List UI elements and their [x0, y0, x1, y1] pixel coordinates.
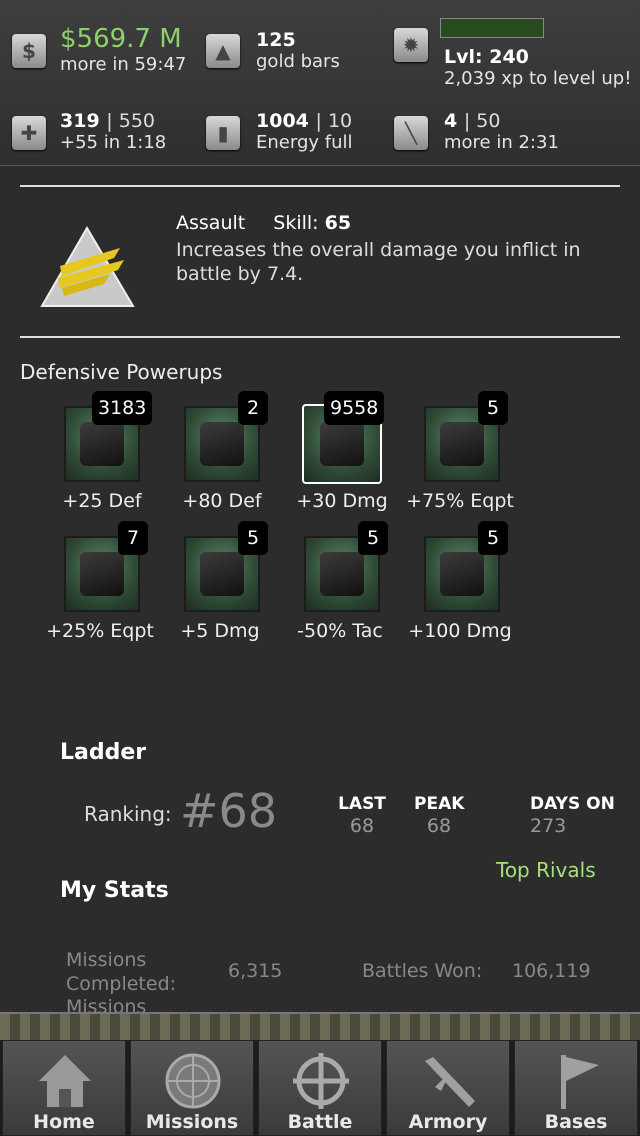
powerup-label: -50% Tac — [297, 620, 383, 642]
tab-bar-trim — [0, 1012, 640, 1042]
skill-description: Increases the overall damage you inflict… — [176, 238, 581, 286]
missions-label-line2: Completed: — [66, 973, 177, 995]
skill-desc-line2: battle by 7.4. — [176, 263, 304, 285]
powerups-heading: Defensive Powerups — [20, 360, 223, 384]
level-value: Lvl: 240 — [444, 46, 529, 68]
tab-bases[interactable]: Bases — [514, 1040, 638, 1136]
stamina-timer: more in 2:31 — [444, 132, 559, 153]
tab-label: Home — [33, 1111, 95, 1133]
powerup-count-badge: 5 — [238, 521, 268, 555]
tab-label: Armory — [408, 1111, 488, 1133]
tab-label: Battle — [287, 1111, 353, 1133]
powerup-count-badge: 5 — [358, 521, 388, 555]
stamina-icon: ╲ — [394, 116, 428, 150]
energy-status: Energy full — [256, 132, 353, 153]
tab-label: Missions — [145, 1111, 239, 1133]
tab-armory[interactable]: Armory — [386, 1040, 510, 1136]
top-rivals-link[interactable]: Top Rivals — [496, 858, 596, 882]
powerup-count-badge: 5 — [478, 391, 508, 425]
powerup-count-badge: 3183 — [92, 391, 153, 425]
skill-value: 65 — [324, 212, 352, 234]
my-stats-heading: My Stats — [60, 878, 169, 903]
days-on-value: 273 — [530, 815, 567, 837]
xp-text: 2,039 xp to level up! — [444, 68, 632, 89]
powerup-label: +25% Eqpt — [46, 620, 154, 642]
battles-won-label: Battles Won: — [362, 960, 483, 982]
energy-icon: ▮ — [206, 116, 240, 150]
energy-max: | 10 — [315, 110, 353, 132]
cash-icon: $ — [12, 34, 46, 68]
xp-progress-bar — [440, 18, 544, 38]
tab-battle[interactable]: Battle — [258, 1040, 382, 1136]
skill-header: Assault Skill: 65 — [176, 212, 351, 234]
cash-value: $569.7 M — [60, 24, 182, 54]
level-stat: Lvl: 240 2,039 xp to level up! — [444, 46, 631, 89]
gold-label: gold bars — [256, 51, 340, 72]
crosshair-icon — [293, 1053, 349, 1109]
gold-value: 125 — [256, 29, 296, 51]
powerup-label: +25 Def — [62, 490, 142, 512]
cash-stat: $569.7 M more in 59:47 — [60, 24, 186, 75]
skill-name: Assault — [176, 212, 246, 234]
skill-desc-line1: Increases the overall damage you inflict… — [176, 239, 581, 261]
ladder-heading: Ladder — [60, 740, 147, 765]
powerup-count-badge: 5 — [478, 521, 508, 555]
days-on-label: DAYS ON — [530, 794, 615, 814]
stamina-max: | 50 — [463, 110, 501, 132]
energy-stat: 1004 | 10 Energy full — [256, 110, 353, 153]
assault-skill-icon — [40, 226, 135, 307]
health-icon: ✚ — [12, 116, 46, 150]
gold-icon: ▲ — [206, 34, 240, 68]
last-value: 68 — [349, 815, 375, 837]
powerup-count-badge: 2 — [238, 391, 268, 425]
stamina-stat: 4 | 50 more in 2:31 — [444, 110, 559, 153]
stamina-current: 4 — [444, 110, 458, 132]
powerup-label: +75% Eqpt — [406, 490, 514, 512]
powerup-label: +5 Dmg — [180, 620, 260, 642]
ranking-label: Ranking: — [84, 802, 172, 826]
cash-timer: more in 59:47 — [60, 54, 187, 75]
radar-icon — [165, 1053, 221, 1109]
ranking-value: #68 — [180, 784, 278, 838]
health-max: | 550 — [106, 110, 156, 132]
missions-completed-value: 6,315 — [228, 960, 283, 982]
skill-label: Skill: — [273, 212, 319, 234]
peak-value: 68 — [426, 815, 452, 837]
gold-stat: 125 gold bars — [256, 29, 340, 72]
powerup-label: +100 Dmg — [408, 620, 512, 642]
flag-icon — [561, 1055, 599, 1109]
divider — [20, 336, 620, 338]
level-icon: ✹ — [394, 28, 428, 62]
battles-won-value: 106,119 — [512, 960, 591, 982]
tab-label: Bases — [544, 1111, 608, 1133]
peak-label: PEAK — [414, 794, 465, 814]
tab-home[interactable]: Home — [2, 1040, 126, 1136]
missions-completed-label: Missions Completed: — [66, 948, 176, 996]
missions-label-cutoff: Missions — [66, 996, 147, 1012]
home-icon — [39, 1055, 91, 1107]
divider — [20, 185, 620, 187]
rifle-icon — [425, 1057, 475, 1107]
health-stat: 319 | 550 +55 in 1:18 — [60, 110, 166, 153]
health-current: 319 — [60, 110, 100, 132]
energy-current: 1004 — [256, 110, 309, 132]
last-label: LAST — [338, 794, 386, 814]
health-regen: +55 in 1:18 — [60, 132, 167, 153]
powerup-count-badge: 9558 — [324, 391, 385, 425]
powerup-count-badge: 7 — [118, 521, 148, 555]
powerup-label: +80 Def — [182, 490, 262, 512]
missions-label-line1: Missions — [66, 949, 147, 971]
tab-missions[interactable]: Missions — [130, 1040, 254, 1136]
